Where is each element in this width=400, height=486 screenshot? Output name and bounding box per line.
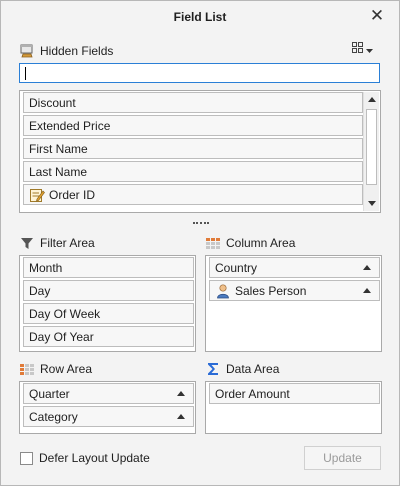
row-area-label: Row Area — [40, 362, 93, 376]
data-area-list[interactable]: Order Amount — [205, 381, 382, 434]
scroll-down-button[interactable] — [364, 196, 379, 211]
list-item[interactable]: Day — [23, 280, 194, 301]
list-item[interactable]: Last Name — [23, 161, 363, 182]
layout-options-button[interactable] — [352, 42, 373, 57]
layout-grid-icon — [352, 42, 364, 57]
sort-ascending-icon[interactable] — [177, 391, 185, 396]
list-item[interactable]: First Name — [23, 138, 363, 159]
person-icon — [215, 283, 231, 299]
sigma-icon — [205, 361, 221, 377]
list-item[interactable]: Extended Price — [23, 115, 363, 136]
filter-area-list[interactable]: Month Day Day Of Week Day Of Year — [19, 255, 196, 352]
list-item[interactable]: Order ID — [23, 184, 363, 205]
list-item[interactable]: Discount — [23, 92, 363, 113]
row-grid-icon — [19, 361, 35, 377]
defer-layout-update-checkbox[interactable] — [20, 452, 33, 465]
list-item[interactable]: Month — [23, 257, 194, 278]
scroll-up-button[interactable] — [364, 92, 379, 107]
hidden-fields-scrollbar[interactable] — [363, 92, 379, 211]
filter-icon — [19, 235, 35, 251]
field-list-window: Field List ✕ Hidden Fields Discount Exte… — [0, 0, 400, 486]
column-grid-icon — [205, 235, 221, 251]
update-button[interactable]: Update — [304, 446, 381, 470]
sort-ascending-icon[interactable] — [363, 288, 371, 293]
row-area-header: Row Area — [19, 361, 92, 377]
search-input[interactable] — [20, 64, 379, 82]
row-area-list[interactable]: Quarter Category — [19, 381, 196, 434]
hidden-fields-icon — [19, 43, 35, 59]
list-item[interactable]: Quarter — [23, 383, 194, 404]
filter-area-label: Filter Area — [40, 236, 95, 250]
pane-splitter[interactable] — [193, 222, 209, 228]
column-area-list[interactable]: Country Sales Person — [205, 255, 382, 352]
scroll-thumb[interactable] — [366, 109, 377, 185]
list-item[interactable]: Sales Person — [209, 280, 380, 301]
data-area-header: Data Area — [205, 361, 279, 377]
edit-note-icon — [29, 187, 45, 203]
hidden-fields-label: Hidden Fields — [40, 44, 114, 58]
defer-layout-update-label: Defer Layout Update — [39, 451, 150, 465]
close-icon[interactable]: ✕ — [369, 7, 385, 25]
filter-area-header: Filter Area — [19, 235, 95, 251]
sort-ascending-icon[interactable] — [177, 414, 185, 419]
column-area-label: Column Area — [226, 236, 296, 250]
hidden-fields-list[interactable]: Discount Extended Price First Name Last … — [19, 90, 381, 213]
list-item[interactable]: Day Of Week — [23, 303, 194, 324]
list-item[interactable]: Category — [23, 406, 194, 427]
hidden-fields-header: Hidden Fields — [19, 43, 113, 59]
data-area-label: Data Area — [226, 362, 280, 376]
column-area-header: Column Area — [205, 235, 295, 251]
list-item[interactable]: Order Amount — [209, 383, 380, 404]
list-item[interactable]: Day Of Year — [23, 326, 194, 347]
sort-ascending-icon[interactable] — [363, 265, 371, 270]
text-caret — [25, 67, 26, 80]
title-bar: Field List ✕ — [1, 1, 399, 33]
search-field[interactable] — [19, 63, 380, 83]
window-title: Field List — [173, 10, 227, 24]
chevron-down-icon — [366, 43, 373, 57]
list-item[interactable]: Country — [209, 257, 380, 278]
arrow-up-icon — [367, 97, 376, 102]
arrow-down-icon — [367, 201, 376, 206]
